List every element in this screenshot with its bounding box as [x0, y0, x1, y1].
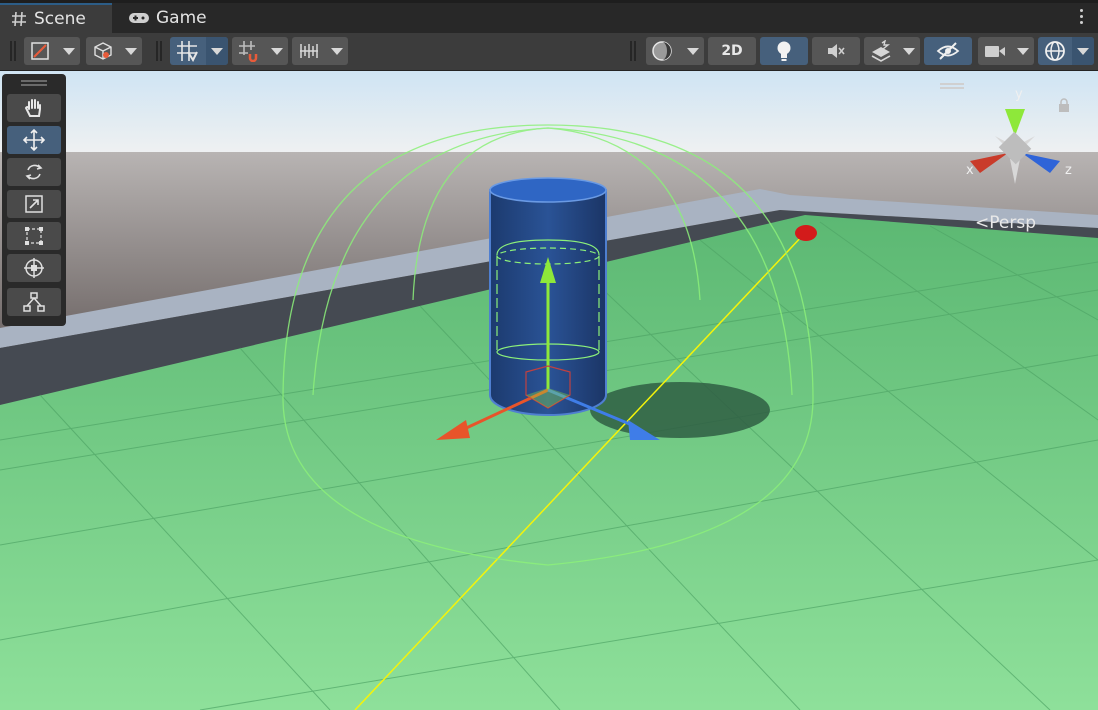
gizmo-x-label: x	[966, 163, 974, 178]
draw-mode-dropdown[interactable]	[24, 37, 80, 65]
overlay-drag-handle[interactable]	[21, 80, 47, 86]
shaded-mode-dropdown[interactable]	[86, 37, 142, 65]
cylinder-shadow	[590, 382, 770, 438]
effects-layers-icon	[871, 40, 891, 62]
chevron-down-icon	[58, 37, 80, 65]
scene-visibility-toggle[interactable]	[924, 37, 972, 65]
transform-tool[interactable]	[7, 254, 61, 282]
chevron-down-icon	[206, 37, 228, 65]
cylinder-top	[489, 177, 607, 203]
grid-snap-toggle[interactable]	[170, 37, 228, 65]
shading-mode-dropdown[interactable]	[646, 37, 704, 65]
projection-label: Persp	[989, 213, 1036, 233]
projection-toggle[interactable]: <Persp	[975, 213, 1036, 233]
increment-snap-dropdown[interactable]	[232, 37, 288, 65]
lighting-toggle[interactable]	[760, 37, 808, 65]
toolbar-grip[interactable]	[156, 41, 162, 61]
tab-game[interactable]: Game	[118, 3, 228, 33]
more-options-icon[interactable]	[1080, 9, 1084, 27]
rotate-tool[interactable]	[7, 158, 61, 186]
2d-label: 2D	[721, 43, 743, 59]
transform-icon	[24, 258, 44, 278]
grid-snap-icon	[177, 41, 198, 62]
ruler-dropdown[interactable]	[292, 37, 348, 65]
chevron-down-icon	[120, 37, 142, 65]
rect-transform-icon	[25, 227, 43, 245]
tab-bar: Scene Game	[0, 0, 1098, 33]
audio-mute-icon	[828, 44, 845, 58]
tools-overlay	[2, 74, 66, 326]
move-tool[interactable]	[7, 126, 61, 154]
magnet-snap-icon	[239, 41, 258, 62]
cube-icon	[94, 42, 112, 60]
tab-scene[interactable]: Scene	[0, 3, 112, 33]
gizmos-dropdown[interactable]	[1038, 37, 1094, 65]
toolbar-grip[interactable]	[630, 41, 636, 61]
scene-viewport[interactable]: y x z	[0, 71, 1098, 710]
effects-dropdown[interactable]	[864, 37, 920, 65]
sky	[0, 71, 1098, 161]
hand-tool[interactable]	[7, 94, 61, 122]
2d-mode-toggle[interactable]: 2D	[708, 37, 756, 65]
lock-icon[interactable]	[1058, 97, 1070, 112]
custom-tool-icon	[23, 292, 45, 312]
hash-icon	[10, 10, 28, 28]
chevron-down-icon	[1012, 37, 1034, 65]
ruler-icon	[300, 44, 318, 58]
sphere-shading-icon	[652, 41, 672, 61]
rect-tool[interactable]	[7, 222, 61, 250]
rotate-icon	[25, 164, 43, 180]
draw-mode-icon	[31, 42, 49, 60]
tab-game-label: Game	[156, 8, 207, 28]
chevron-down-icon	[326, 37, 348, 65]
scale-icon	[25, 195, 43, 213]
gizmo-globe-icon	[1045, 41, 1065, 61]
chevron-down-icon	[898, 37, 920, 65]
orientation-gizmo[interactable]	[960, 91, 1070, 201]
hand-icon	[24, 99, 41, 117]
audio-toggle[interactable]	[812, 37, 860, 65]
lightbulb-icon	[777, 41, 791, 61]
gizmo-z-label: z	[1065, 163, 1072, 178]
chevron-down-icon	[1072, 37, 1094, 65]
scene-toolbar: 2D	[0, 33, 1098, 71]
scale-tool[interactable]	[7, 190, 61, 218]
gamepad-icon	[128, 9, 150, 27]
gizmo-drag-handle[interactable]	[940, 83, 964, 89]
tab-scene-label: Scene	[34, 9, 86, 29]
move-icon	[22, 128, 46, 152]
gizmo-y-label: y	[1015, 87, 1023, 102]
toolbar-grip[interactable]	[10, 41, 16, 61]
red-sphere[interactable]	[795, 225, 817, 241]
chevron-down-icon	[266, 37, 288, 65]
custom-editor-tool[interactable]	[7, 288, 61, 316]
chevron-left-icon: <	[975, 213, 990, 233]
camera-dropdown[interactable]	[978, 37, 1034, 65]
camera-icon	[985, 46, 1005, 57]
eye-hidden-icon	[936, 42, 960, 60]
chevron-down-icon	[682, 37, 704, 65]
scene-render[interactable]	[0, 71, 1098, 710]
